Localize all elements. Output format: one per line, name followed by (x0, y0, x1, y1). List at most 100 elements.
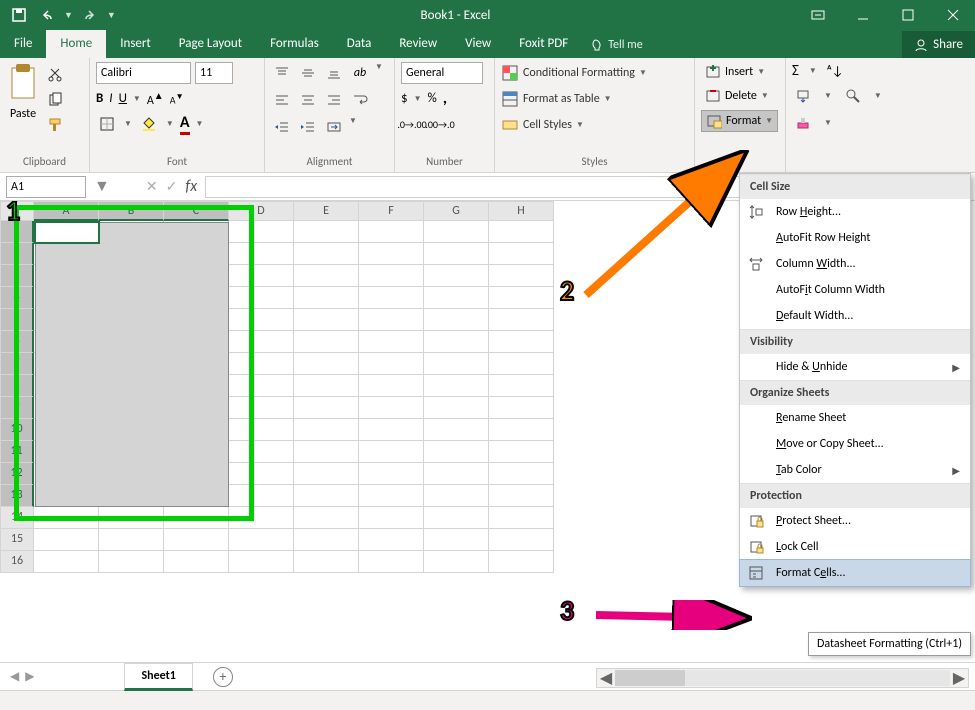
cell[interactable] (359, 353, 424, 375)
cell[interactable] (424, 375, 489, 397)
format-cells-btn[interactable]: Format▼ (701, 110, 778, 132)
cell[interactable] (229, 375, 294, 397)
increase-font-icon[interactable]: A▲ (147, 89, 164, 108)
cell[interactable] (99, 529, 164, 551)
cell[interactable] (229, 265, 294, 287)
cell[interactable] (294, 287, 359, 309)
cell[interactable] (294, 419, 359, 441)
row-header-5[interactable]: 5 (0, 309, 34, 331)
cell[interactable] (424, 441, 489, 463)
scroll-left-icon[interactable]: ◀ (597, 669, 615, 687)
row-header-14[interactable]: 14 (0, 507, 34, 529)
clear-icon[interactable] (792, 112, 814, 134)
border-icon[interactable] (96, 113, 118, 135)
cell[interactable] (164, 529, 229, 551)
cell[interactable] (359, 309, 424, 331)
tab-home[interactable]: Home (46, 30, 106, 58)
cell[interactable] (294, 463, 359, 485)
col-header-F[interactable]: F (359, 201, 424, 221)
row-header-8[interactable]: 8 (0, 375, 34, 397)
row-header-11[interactable]: 11 (0, 441, 34, 463)
cell[interactable] (229, 287, 294, 309)
paste-button[interactable]: Paste (6, 62, 40, 136)
cell[interactable] (359, 221, 424, 243)
orientation-icon[interactable]: ab (349, 62, 371, 84)
increase-indent-icon[interactable] (297, 116, 319, 138)
cell[interactable] (294, 375, 359, 397)
save-icon[interactable] (8, 4, 30, 26)
cell[interactable] (294, 551, 359, 573)
cell[interactable] (229, 551, 294, 573)
row-header-13[interactable]: 13 (0, 485, 34, 507)
cell[interactable] (99, 551, 164, 573)
dd-lock-cell[interactable]: Lock Cell (740, 534, 970, 560)
autosum-icon[interactable]: Σ (792, 62, 799, 80)
tab-foxit[interactable]: Foxit PDF (505, 30, 582, 58)
decrease-font-icon[interactable]: A▼ (170, 91, 184, 106)
cell[interactable] (164, 507, 229, 529)
scroll-thumb[interactable] (615, 670, 685, 686)
col-header-C[interactable]: C (164, 201, 229, 221)
tab-insert[interactable]: Insert (106, 30, 165, 58)
row-header-15[interactable]: 15 (0, 529, 34, 551)
horizontal-scrollbar[interactable]: ◀ ▶ (596, 668, 969, 688)
tab-file[interactable]: File (0, 30, 46, 58)
row-header-2[interactable]: 2 (0, 243, 34, 265)
share-button[interactable]: Share (902, 31, 975, 58)
row-header-16[interactable]: 16 (0, 551, 34, 573)
cell[interactable] (229, 353, 294, 375)
cell[interactable] (294, 353, 359, 375)
cell[interactable] (294, 441, 359, 463)
dd-protect-sheet[interactable]: Protect Sheet... (740, 508, 970, 534)
cell[interactable] (34, 551, 99, 573)
cell[interactable] (424, 507, 489, 529)
name-box[interactable] (6, 176, 86, 198)
align-top-icon[interactable] (271, 62, 293, 84)
find-icon[interactable] (842, 85, 864, 107)
cell[interactable] (424, 551, 489, 573)
cell[interactable] (294, 485, 359, 507)
tellme[interactable]: Tell me (590, 38, 643, 58)
row-header-10[interactable]: 10 (0, 419, 34, 441)
format-painter-icon[interactable] (44, 114, 66, 136)
cell[interactable] (359, 507, 424, 529)
cell[interactable] (489, 485, 554, 507)
cell[interactable] (229, 507, 294, 529)
font-color-icon[interactable]: A (180, 113, 190, 135)
cell[interactable] (229, 441, 294, 463)
quick-cust[interactable]: ▼ (107, 10, 116, 21)
cell[interactable] (489, 463, 554, 485)
cell[interactable] (359, 529, 424, 551)
sort-filter-icon[interactable]: ᴬ↓ (827, 64, 844, 79)
decrease-indent-icon[interactable] (271, 116, 293, 138)
cell[interactable] (424, 265, 489, 287)
cell[interactable] (489, 243, 554, 265)
dd-col-width[interactable]: Column Width... (740, 251, 970, 277)
col-header-D[interactable]: D (229, 201, 294, 221)
cell[interactable] (294, 397, 359, 419)
cell[interactable] (294, 309, 359, 331)
underline-button[interactable]: U (119, 91, 127, 106)
cell[interactable] (424, 463, 489, 485)
row-header-6[interactable]: 6 (0, 331, 34, 353)
col-header-B[interactable]: B (99, 201, 164, 221)
cell[interactable] (489, 331, 554, 353)
cell[interactable] (424, 287, 489, 309)
cell[interactable] (359, 265, 424, 287)
cell-styles[interactable]: Cell Styles▼ (501, 114, 584, 136)
minimize-icon[interactable] (840, 0, 885, 30)
dd-rename-sheet[interactable]: Rename Sheet (740, 405, 970, 431)
cell[interactable] (359, 397, 424, 419)
row-header-12[interactable]: 12 (0, 463, 34, 485)
tab-page-layout[interactable]: Page Layout (165, 30, 256, 58)
cell[interactable] (229, 331, 294, 353)
conditional-formatting[interactable]: Conditional Formatting▼ (501, 62, 647, 84)
dd-row-height[interactable]: Row Height... (740, 199, 970, 225)
cell[interactable] (359, 551, 424, 573)
undo-drop[interactable]: ▼ (64, 10, 73, 21)
cell[interactable] (294, 243, 359, 265)
align-center-icon[interactable] (297, 89, 319, 111)
cell[interactable] (424, 309, 489, 331)
dd-default-width[interactable]: Default Width... (740, 303, 970, 329)
cell[interactable] (359, 419, 424, 441)
